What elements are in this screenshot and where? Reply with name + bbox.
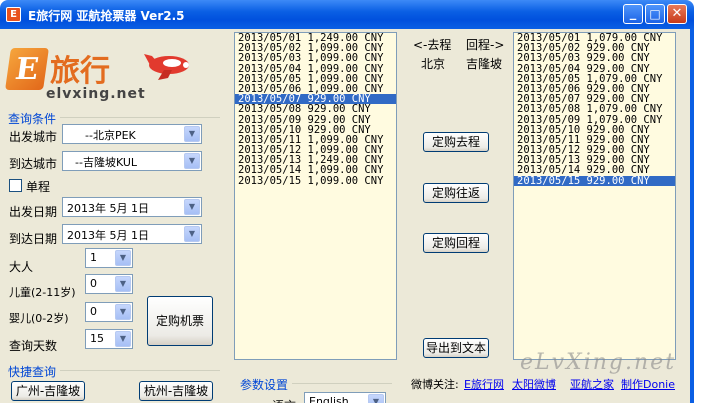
chevron-down-icon: ▼ xyxy=(184,226,200,242)
book-outbound-button[interactable]: 定购去程 xyxy=(423,132,489,152)
quick-hangzhou-kl-button[interactable]: 杭州-吉隆坡 xyxy=(139,381,213,401)
logo-e-icon: E xyxy=(5,48,49,90)
outbound-fare-row[interactable]: 2013/05/08 929.00 CNY xyxy=(235,104,396,115)
infant-select[interactable]: 0 ▼ xyxy=(85,302,133,322)
language-select[interactable]: English ▼ xyxy=(304,392,386,403)
chevron-down-icon: ▼ xyxy=(115,276,131,292)
days-select[interactable]: 15 ▼ xyxy=(85,329,133,349)
weibo-label: 微博关注: xyxy=(411,378,459,391)
link-author[interactable]: 制作Donie xyxy=(621,376,675,392)
one-way-checkbox[interactable] xyxy=(9,179,22,192)
query-section-label: 查询条件 xyxy=(8,112,57,126)
params-section-label: 参数设置 xyxy=(240,378,289,392)
chevron-down-icon: ▼ xyxy=(115,250,131,266)
link-elvxing[interactable]: E旅行网 xyxy=(464,376,504,392)
chevron-down-icon: ▼ xyxy=(184,153,200,169)
depart-date-value: 2013年 5月 1日 xyxy=(67,202,149,215)
depart-date-picker[interactable]: 2013年 5月 1日 ▼ xyxy=(62,197,202,217)
child-label: 儿童(2-11岁) xyxy=(9,286,76,299)
title-bar[interactable]: E E旅行网 亚航抢票器 Ver2.5 _ □ ✕ xyxy=(0,0,694,29)
window-title: E旅行网 亚航抢票器 Ver2.5 xyxy=(28,9,185,23)
quick-guangzhou-kl-button[interactable]: 广州-吉隆坡 xyxy=(11,381,85,401)
return-fare-row[interactable]: 2013/05/15 929.00 CNY xyxy=(514,175,675,186)
chevron-down-icon: ▼ xyxy=(184,126,200,142)
adult-label: 大人 xyxy=(9,260,34,274)
app-icon: E xyxy=(6,7,21,22)
depart-city-value: --北京PEK xyxy=(85,129,136,142)
depart-date-label: 出发日期 xyxy=(9,205,58,219)
language-label: 语言 xyxy=(272,397,296,403)
link-sun-weibo[interactable]: 太阳微博 xyxy=(512,376,556,392)
book-ticket-button[interactable]: 定购机票 xyxy=(147,296,213,346)
quick-section-label: 快捷查询 xyxy=(8,365,57,379)
outside-area xyxy=(694,0,716,403)
outbound-fare-row[interactable]: 2013/05/15 1,099.00 CNY xyxy=(235,175,396,186)
minimize-button[interactable]: _ xyxy=(623,4,643,24)
chevron-down-icon: ▼ xyxy=(368,394,384,403)
origin-city: 北京 xyxy=(421,57,446,71)
child-value: 0 xyxy=(90,277,97,290)
params-group-divider xyxy=(292,383,392,384)
return-fare-row[interactable]: 2013/05/08 1,079.00 CNY xyxy=(514,104,675,115)
close-button[interactable]: ✕ xyxy=(667,4,687,24)
book-roundtrip-button[interactable]: 定购往返 xyxy=(423,183,489,203)
return-header: 回程-> xyxy=(466,38,505,52)
logo-brand-en: elvxing.net xyxy=(46,86,146,102)
days-label: 查询天数 xyxy=(9,339,58,353)
return-fare-list[interactable]: 2013/05/01 1,079.00 CNY 2013/05/02 929.00… xyxy=(513,32,676,360)
arrive-date-label: 到达日期 xyxy=(9,232,58,246)
outbound-fare-list[interactable]: 2013/05/01 1,249.00 CNY 2013/05/02 1,099.… xyxy=(234,32,397,360)
arrive-city-value: --吉隆坡KUL xyxy=(75,156,138,169)
close-icon: ✕ xyxy=(671,6,683,21)
one-way-label: 单程 xyxy=(26,180,51,194)
chevron-down-icon: ▼ xyxy=(115,304,131,320)
export-text-button[interactable]: 导出到文本 xyxy=(423,338,489,358)
watermark: eLvXing.net xyxy=(520,350,677,375)
depart-city-label: 出发城市 xyxy=(9,130,58,144)
depart-city-select[interactable]: --北京PEK ▼ xyxy=(62,124,202,144)
infant-value: 0 xyxy=(90,305,97,318)
language-value: English xyxy=(309,395,349,403)
adult-select[interactable]: 1 ▼ xyxy=(85,248,133,268)
chevron-down-icon: ▼ xyxy=(115,331,131,347)
outbound-header: <-去程 xyxy=(413,38,452,52)
child-select[interactable]: 0 ▼ xyxy=(85,274,133,294)
maximize-icon: □ xyxy=(649,7,661,21)
days-value: 15 xyxy=(90,332,104,345)
arrive-city-label: 到达城市 xyxy=(9,157,58,171)
airplane-icon xyxy=(144,54,189,80)
arrive-date-picker[interactable]: 2013年 5月 1日 ▼ xyxy=(62,224,202,244)
minimize-icon: _ xyxy=(629,6,637,21)
adult-value: 1 xyxy=(90,251,97,264)
chevron-down-icon: ▼ xyxy=(184,199,200,215)
dest-city: 吉隆坡 xyxy=(466,57,503,71)
logo-brand-cn: 旅行 xyxy=(50,54,110,89)
infant-label: 婴儿(0-2岁) xyxy=(9,312,69,325)
quick-group-divider xyxy=(60,370,220,371)
arrive-date-value: 2013年 5月 1日 xyxy=(67,229,149,242)
book-return-button[interactable]: 定购回程 xyxy=(423,233,489,253)
maximize-button[interactable]: □ xyxy=(645,4,665,24)
link-airasia-home[interactable]: 亚航之家 xyxy=(570,376,614,392)
arrive-city-select[interactable]: --吉隆坡KUL ▼ xyxy=(62,151,202,171)
query-group-divider xyxy=(60,117,220,118)
